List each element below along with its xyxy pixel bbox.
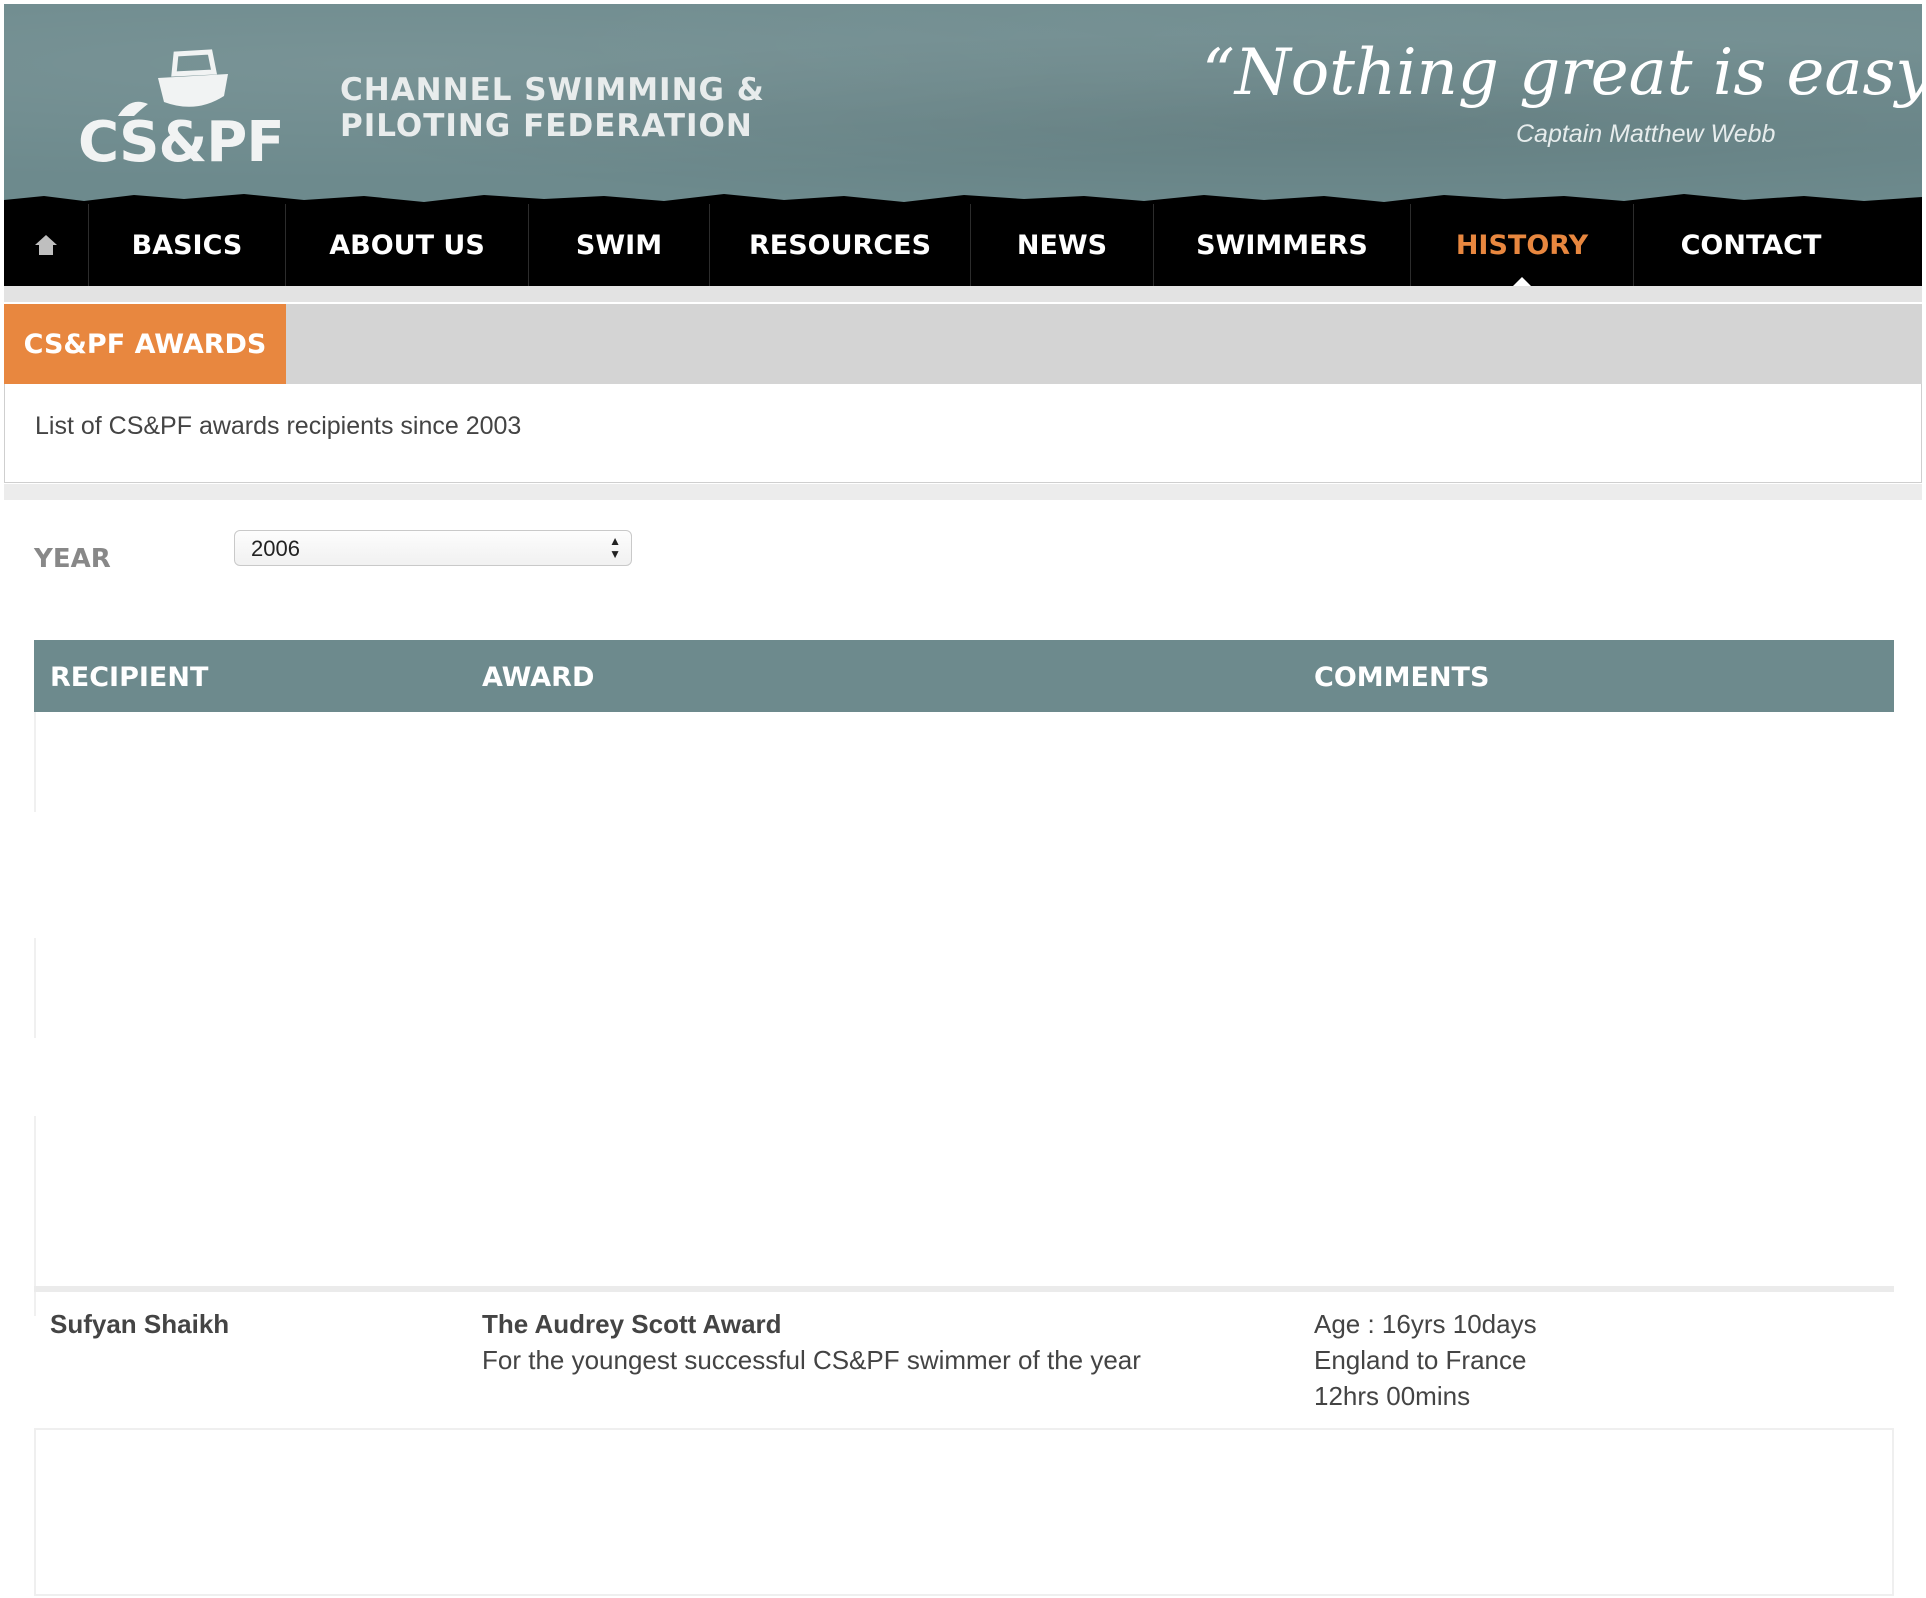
header-award: AWARD [482, 662, 595, 693]
year-select-value: 2006 [251, 536, 300, 561]
select-arrows-icon: ▲ ▼ [609, 534, 621, 561]
cspf-logo[interactable]: CS&PF [78, 48, 288, 175]
nav-label: RESOURCES [748, 229, 932, 261]
quote-author: Captain Matthew Webb [1516, 120, 1776, 148]
site-header: CS&PF CHANNEL SWIMMING & PILOTING FEDERA… [4, 4, 1926, 208]
nav-label: BASICS [131, 229, 243, 261]
row-border [34, 712, 36, 812]
comment-line: Age : 16yrs 10days [1314, 1309, 1537, 1339]
logo-text: CS&PF [78, 110, 285, 175]
main-nav: BASICS ABOUT US SWIM RESOURCES NEWS SWIM… [4, 204, 1922, 286]
comments-cell: Age : 16yrs 10days England to France 12h… [1314, 1306, 1537, 1414]
nav-shadow-bar [4, 286, 1922, 302]
nav-label: SWIM [575, 229, 663, 261]
panel-tab-bar [4, 304, 1922, 384]
organization-name: CHANNEL SWIMMING & PILOTING FEDERATION [340, 72, 765, 144]
table-row: Sufyan Shaikh The Audrey Scott Award For… [34, 1306, 1894, 1416]
boat-icon [118, 49, 228, 116]
nav-item-contact[interactable]: CONTACT [1634, 204, 1868, 286]
nav-label: NEWS [1016, 229, 1108, 261]
active-caret-icon [1513, 277, 1531, 286]
year-select[interactable]: 2006 ▲ ▼ [234, 530, 632, 566]
comment-line: 12hrs 00mins [1314, 1381, 1471, 1411]
nav-item-news[interactable]: NEWS [971, 204, 1154, 286]
panel-shadow-bar [4, 484, 1922, 500]
header-comments: COMMENTS [1314, 662, 1490, 693]
award-description: For the youngest successful CS&PF swimme… [482, 1345, 1141, 1375]
header-quote: “Nothing great is easy” [1202, 36, 1926, 110]
comment-line: England to France [1314, 1345, 1527, 1375]
nav-item-swim[interactable]: SWIM [529, 204, 710, 286]
nav-label: SWIMMERS [1196, 229, 1368, 261]
nav-label: ABOUT US [329, 229, 485, 261]
org-name-line-2: PILOTING FEDERATION [340, 108, 753, 144]
table-row-empty [34, 1428, 1894, 1596]
award-title: The Audrey Scott Award [482, 1309, 782, 1339]
table-header: RECIPIENT AWARD COMMENTS [34, 640, 1894, 712]
row-separator [34, 1286, 1894, 1292]
nav-home-button[interactable] [4, 204, 89, 286]
panel-description: List of CS&PF awards recipients since 20… [35, 412, 522, 440]
year-label: YEAR [34, 544, 111, 574]
nav-item-resources[interactable]: RESOURCES [710, 204, 971, 286]
panel-body: List of CS&PF awards recipients since 20… [4, 384, 1922, 483]
award-cell: The Audrey Scott Award For the youngest … [482, 1306, 1141, 1378]
header-recipient: RECIPIENT [50, 662, 209, 693]
panel-title-tab: CS&PF AWARDS [4, 304, 286, 384]
nav-item-swimmers[interactable]: SWIMMERS [1154, 204, 1411, 286]
nav-item-basics[interactable]: BASICS [89, 204, 286, 286]
page: CS&PF CHANNEL SWIMMING & PILOTING FEDERA… [4, 4, 1926, 1596]
row-border [34, 938, 36, 1038]
nav-item-about-us[interactable]: ABOUT US [286, 204, 529, 286]
home-icon [35, 235, 57, 255]
nav-label: HISTORY [1455, 229, 1589, 261]
recipient-name: Sufyan Shaikh [50, 1309, 230, 1339]
org-name-line-1: CHANNEL SWIMMING & [340, 72, 765, 108]
nav-item-history[interactable]: HISTORY [1411, 204, 1634, 286]
nav-label: CONTACT [1680, 229, 1822, 261]
